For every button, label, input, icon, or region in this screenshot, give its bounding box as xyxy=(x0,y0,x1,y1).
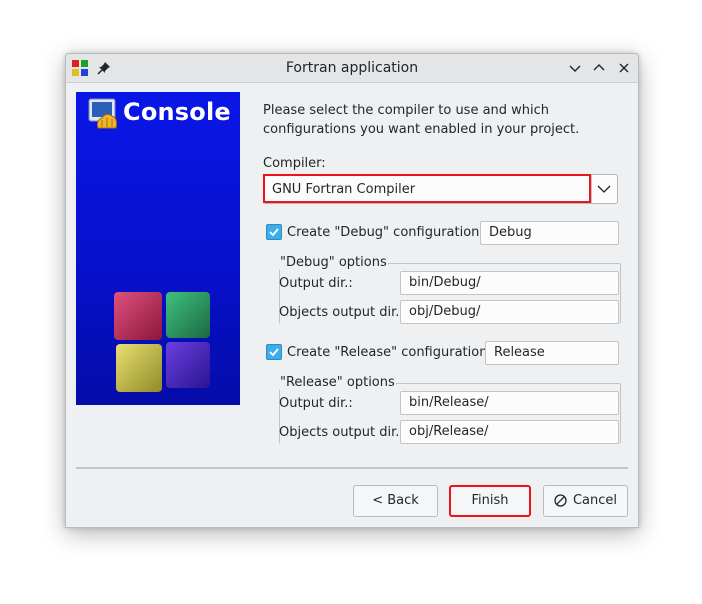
chevron-down-icon[interactable] xyxy=(567,60,583,76)
compiler-label: Compiler: xyxy=(263,156,326,171)
window-title: Fortran application xyxy=(285,60,419,76)
banner-label: Console xyxy=(123,98,231,126)
title-bar[interactable]: Fortran application xyxy=(66,54,638,83)
debug-checkbox-label: Create "Debug" configuration: xyxy=(287,225,484,240)
chevron-down-icon[interactable] xyxy=(597,184,611,194)
release-objects-dir-label: Objects output dir.: xyxy=(279,425,404,440)
release-name-field[interactable]: Release xyxy=(485,341,619,365)
wizard-banner: Console xyxy=(76,92,240,405)
checkmark-icon xyxy=(269,348,279,357)
back-button[interactable]: < Back xyxy=(353,485,438,517)
release-output-dir-label: Output dir.: xyxy=(279,396,353,411)
intro-text: Please select the compiler to use and wh… xyxy=(263,103,580,137)
release-output-dir-field[interactable]: bin/Release/ xyxy=(400,391,619,415)
release-objects-dir-field[interactable]: obj/Release/ xyxy=(400,420,619,444)
debug-objects-dir-label: Objects output dir.: xyxy=(279,305,404,320)
checkmark-icon xyxy=(269,228,279,237)
combo-divider xyxy=(591,175,592,203)
debug-output-dir-label: Output dir.: xyxy=(279,276,353,291)
release-checkbox-label: Create "Release" configuration: xyxy=(287,345,492,360)
debug-options-title: "Debug" options xyxy=(279,255,388,270)
cancel-button[interactable]: Cancel xyxy=(543,485,628,517)
release-options-title: "Release" options xyxy=(279,375,396,390)
codeblocks-cubes-logo xyxy=(114,292,210,392)
debug-name-field[interactable]: Debug xyxy=(480,221,619,245)
console-shell-icon xyxy=(88,98,117,129)
compiler-selected-value: GNU Fortran Compiler xyxy=(272,182,416,197)
compiler-select[interactable]: GNU Fortran Compiler xyxy=(263,174,618,204)
footer-divider xyxy=(76,467,628,469)
chevron-up-icon[interactable] xyxy=(591,60,607,76)
release-checkbox[interactable] xyxy=(266,344,282,360)
close-icon[interactable] xyxy=(616,60,632,76)
cancel-button-label: Cancel xyxy=(572,493,618,508)
fortran-wizard-dialog: Fortran application Console Please selec… xyxy=(65,53,639,528)
cancel-icon xyxy=(554,494,567,507)
debug-checkbox[interactable] xyxy=(266,224,282,240)
finish-button[interactable]: Finish xyxy=(449,485,531,517)
debug-output-dir-field[interactable]: bin/Debug/ xyxy=(400,271,619,295)
debug-objects-dir-field[interactable]: obj/Debug/ xyxy=(400,300,619,324)
